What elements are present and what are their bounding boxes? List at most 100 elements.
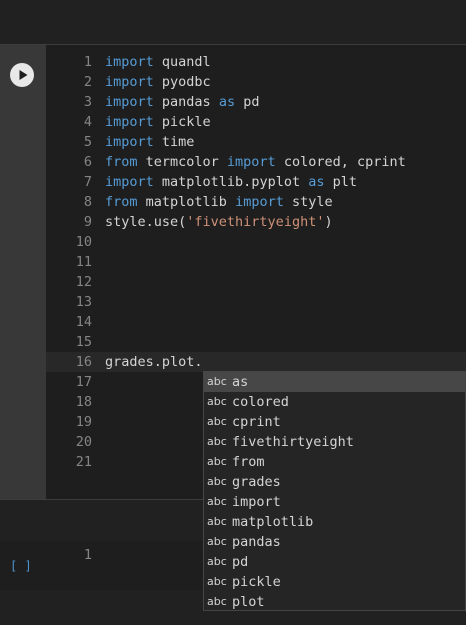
code-text[interactable]: from matplotlib import style	[105, 192, 333, 212]
suggestion-item[interactable]: abc import	[204, 492, 465, 512]
text-suggestion-icon: abc	[207, 555, 227, 568]
keyword-token: import	[105, 74, 154, 90]
keyword-token: as	[308, 174, 325, 190]
keyword-token: from	[105, 194, 138, 210]
play-icon	[19, 70, 28, 80]
line-number: 8	[83, 194, 92, 210]
suggestion-item[interactable]: abc from	[204, 452, 465, 472]
line-number: 6	[83, 154, 92, 170]
line-number: 7	[83, 174, 92, 190]
code-text[interactable]: import pyodbc	[105, 72, 211, 92]
code-line-current[interactable]: 16 grades.plot.	[46, 352, 466, 372]
code-line[interactable]: 12	[46, 272, 466, 292]
line-number: 12	[75, 274, 92, 290]
code-token: time	[153, 134, 195, 150]
suggestion-item[interactable]: abc fivethirtyeight	[204, 432, 465, 452]
line-number: 19	[75, 414, 92, 430]
suggestion-item[interactable]: abc cprint	[204, 412, 465, 432]
code-line[interactable]: 13	[46, 292, 466, 312]
code-line[interactable]: 7 import matplotlib.pyplot as plt	[46, 172, 466, 192]
suggestion-label: fivethirtyeight	[232, 434, 354, 450]
code-line[interactable]: 6 from termcolor import colored, cprint	[46, 152, 466, 172]
code-token: plt	[324, 174, 357, 190]
code-line[interactable]: 14	[46, 312, 466, 332]
suggestion-item[interactable]: abc grades	[204, 472, 465, 492]
line-number: 1	[83, 54, 92, 70]
code-text[interactable]: from termcolor import colored, cprint	[105, 152, 406, 172]
code-token: termcolor	[137, 154, 227, 170]
code-token: colored, cprint	[275, 154, 406, 170]
code-token: matplotlib.pyplot	[153, 174, 309, 190]
line-number: 3	[83, 94, 92, 110]
code-line[interactable]: 15	[46, 332, 466, 352]
line-number: 21	[75, 454, 92, 470]
suggestion-item[interactable]: abc plot	[204, 592, 465, 612]
run-cell-button[interactable]	[10, 63, 34, 87]
code-line[interactable]: 10	[46, 232, 466, 252]
suggestion-item[interactable]: abc pd	[204, 552, 465, 572]
code-line[interactable]: 9 style.use('fivethirtyeight')	[46, 212, 466, 232]
code-line[interactable]: 1 import quandl	[46, 52, 466, 72]
keyword-token: as	[218, 94, 236, 110]
code-text[interactable]: style.use('fivethirtyeight')	[105, 212, 333, 232]
code-text[interactable]: import pickle	[105, 112, 211, 132]
code-line[interactable]: 8 from matplotlib import style	[46, 192, 466, 212]
code-token: pickle	[153, 114, 211, 130]
code-line[interactable]: 11	[46, 252, 466, 272]
line-number: 4	[83, 114, 92, 130]
suggestion-label: pickle	[232, 574, 281, 590]
suggestion-item[interactable]: abc colored	[204, 392, 465, 412]
code-line[interactable]: 3 import pandas as pd	[46, 92, 466, 112]
keyword-token: import	[105, 54, 154, 70]
suggestion-label: import	[232, 494, 281, 510]
line-number: 17	[75, 374, 92, 390]
suggestion-label: matplotlib	[232, 514, 314, 530]
code-text[interactable]: import pandas as pd	[105, 92, 259, 112]
keyword-token: import	[105, 114, 154, 130]
text-suggestion-icon: abc	[207, 515, 227, 528]
suggestion-item[interactable]: abc as	[204, 372, 465, 392]
text-suggestion-icon: abc	[207, 495, 227, 508]
line-number: 15	[75, 334, 92, 350]
code-token: pandas	[153, 94, 219, 110]
text-suggestion-icon: abc	[207, 395, 227, 408]
line-number: 18	[75, 394, 92, 410]
suggestion-label: pandas	[232, 534, 281, 550]
code-token: quandl	[153, 54, 211, 70]
code-line[interactable]: 5 import time	[46, 132, 466, 152]
suggestion-item[interactable]: abc matplotlib	[204, 512, 465, 532]
text-suggestion-icon: abc	[207, 415, 227, 428]
line-number: 9	[83, 214, 92, 230]
line-number: 5	[83, 134, 92, 150]
suggestion-label: from	[232, 454, 265, 470]
text-suggestion-icon: abc	[207, 595, 227, 608]
code-token: style.use(	[105, 214, 187, 230]
keyword-token: import	[105, 174, 154, 190]
code-text[interactable]: grades.plot.	[105, 352, 203, 372]
code-text[interactable]: import matplotlib.pyplot as plt	[105, 172, 357, 192]
code-line[interactable]: 4 import pickle	[46, 112, 466, 132]
suggestion-label: pd	[232, 554, 249, 570]
text-suggestion-icon: abc	[207, 575, 227, 588]
line-number: 11	[75, 254, 92, 270]
line-number: 13	[75, 294, 92, 310]
line-number: 20	[75, 434, 92, 450]
suggestion-label: grades	[232, 474, 281, 490]
line-number: 2	[83, 74, 92, 90]
code-token: pd	[235, 94, 260, 110]
suggestion-item[interactable]: abc pandas	[204, 532, 465, 552]
text-suggestion-icon: abc	[207, 435, 227, 448]
keyword-token: import	[105, 94, 154, 110]
code-token: matplotlib	[137, 194, 236, 210]
autocomplete-suggestion-list[interactable]: abc as abc colored abc cprint abc fivethirtyeig…	[203, 371, 466, 611]
code-text[interactable]: import time	[105, 132, 194, 152]
code-token: )	[324, 214, 333, 230]
cell-gutter	[0, 45, 46, 499]
suggestion-label: as	[232, 374, 249, 390]
code-text[interactable]: import quandl	[105, 52, 211, 72]
suggestion-item[interactable]: abc pickle	[204, 572, 465, 592]
line-number: 16	[75, 354, 92, 370]
text-suggestion-icon: abc	[207, 475, 227, 488]
code-line[interactable]: 2 import pyodbc	[46, 72, 466, 92]
line-number: 10	[75, 234, 92, 250]
